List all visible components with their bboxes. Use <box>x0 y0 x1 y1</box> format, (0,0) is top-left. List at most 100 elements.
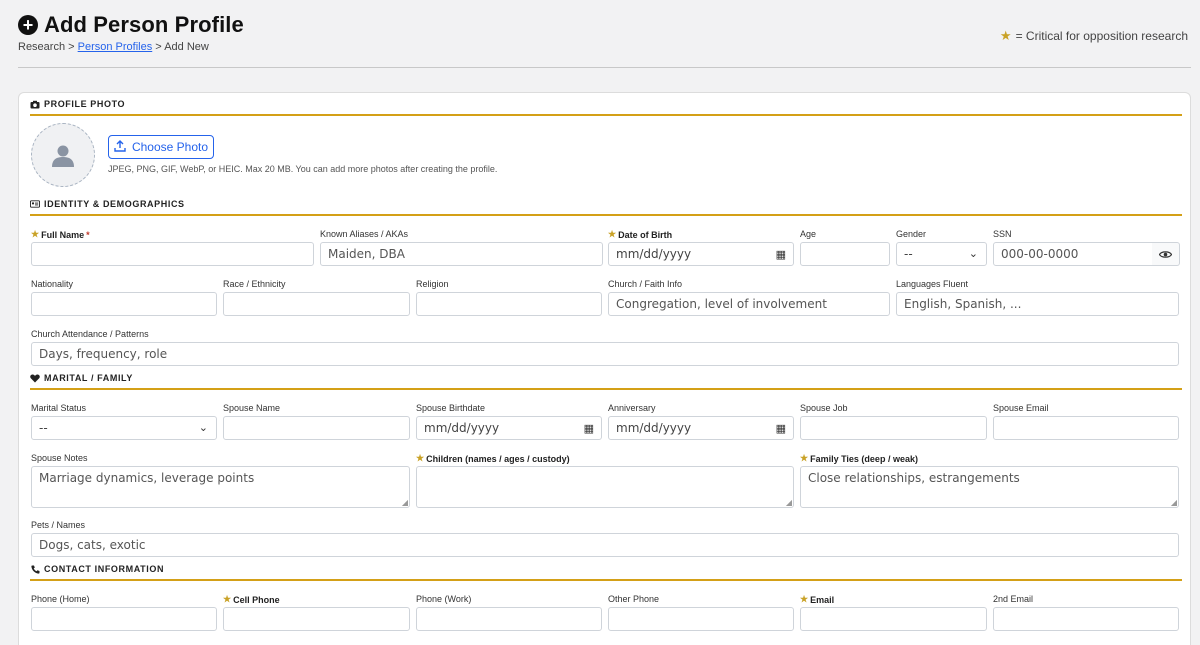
race-input[interactable] <box>223 292 410 316</box>
other-phone-label: Other Phone <box>608 594 660 604</box>
other-phone-input[interactable] <box>608 607 794 631</box>
page-header: + Add Person Profile Research > Person P… <box>18 12 1198 53</box>
eye-icon <box>1159 250 1172 258</box>
star-icon: ★ <box>608 229 617 239</box>
cell-phone-input[interactable] <box>223 607 410 631</box>
spouse-notes-label: Spouse Notes <box>31 453 88 463</box>
section-title: CONTACT INFORMATION <box>44 564 165 574</box>
star-icon: ★ <box>31 229 40 239</box>
spouse-email-label: Spouse Email <box>993 403 1049 413</box>
section-header-contact: CONTACT INFORMATION <box>30 561 1182 581</box>
religion-input[interactable] <box>416 292 602 316</box>
attendance-label: Church Attendance / Patterns <box>31 329 149 339</box>
header-divider <box>18 67 1191 68</box>
family-ties-label: ★ Family Ties (deep / weak) <box>800 453 918 464</box>
aliases-label: Known Aliases / AKAs <box>320 229 409 239</box>
attendance-input[interactable]: Days, frequency, role <box>31 342 1179 366</box>
email2-input[interactable] <box>993 607 1179 631</box>
age-label: Age <box>800 229 817 239</box>
star-icon: ★ <box>223 594 232 604</box>
dob-date-input[interactable]: mm/dd/yyyy ▦ <box>608 242 794 266</box>
section-title: PROFILE PHOTO <box>44 99 126 109</box>
star-icon: ★ <box>999 28 1012 43</box>
person-icon <box>52 145 74 167</box>
profile-photo-placeholder[interactable] <box>31 123 95 187</box>
spouse-email-input[interactable] <box>993 416 1179 440</box>
choose-photo-label: Choose Photo <box>131 140 209 154</box>
resize-handle-icon[interactable]: ◢ <box>1171 498 1177 507</box>
choose-photo-button[interactable]: Choose Photo <box>108 135 214 159</box>
star-icon: ★ <box>416 453 425 463</box>
spouse-birthdate-label: Spouse Birthdate <box>416 403 486 413</box>
family-ties-textarea[interactable]: Close relationships, estrangements ◢ <box>800 466 1179 508</box>
page-title: Add Person Profile <box>44 12 244 37</box>
ssn-visibility-toggle[interactable] <box>1152 242 1180 266</box>
plus-circle-icon: + <box>18 15 38 35</box>
breadcrumb: Research > Person Profiles > Add New <box>18 41 209 53</box>
phone-work-input[interactable] <box>416 607 602 631</box>
profile-form-card: PROFILE PHOTO Choose Photo JPEG, PNG, GI… <box>18 92 1191 645</box>
marital-status-label: Marital Status <box>31 403 87 413</box>
photo-help-text: JPEG, PNG, GIF, WebP, or HEIC. Max 20 MB… <box>108 164 498 174</box>
calendar-icon[interactable]: ▦ <box>776 422 786 435</box>
religion-label: Religion <box>416 279 449 289</box>
calendar-icon[interactable]: ▦ <box>776 248 786 261</box>
calendar-icon[interactable]: ▦ <box>584 422 594 435</box>
section-header-marital-family: MARITAL / FAMILY <box>30 370 1182 390</box>
full-name-input[interactable] <box>31 242 314 266</box>
phone-work-label: Phone (Work) <box>416 594 472 604</box>
phone-icon <box>30 565 40 574</box>
phone-home-label: Phone (Home) <box>31 594 90 604</box>
critical-legend: ★ = Critical for opposition research <box>1000 28 1188 44</box>
aliases-input[interactable]: Maiden, DBA <box>320 242 603 266</box>
section-title: MARITAL / FAMILY <box>44 373 133 383</box>
gender-select[interactable]: -- ⌄ <box>896 242 987 266</box>
nationality-label: Nationality <box>31 279 74 289</box>
nationality-input[interactable] <box>31 292 217 316</box>
breadcrumb-root: Research <box>18 41 66 53</box>
email2-label: 2nd Email <box>993 594 1034 604</box>
resize-handle-icon[interactable]: ◢ <box>402 498 408 507</box>
cell-phone-label: ★ Cell Phone <box>223 594 280 605</box>
spouse-name-input[interactable] <box>223 416 410 440</box>
id-card-icon <box>30 200 40 208</box>
spouse-job-input[interactable] <box>800 416 987 440</box>
children-label: ★ Children (names / ages / custody) <box>416 453 570 464</box>
languages-label: Languages Fluent <box>896 279 969 289</box>
full-name-label: ★ Full Name * <box>31 229 90 240</box>
section-header-profile-photo: PROFILE PHOTO <box>30 96 1182 116</box>
email-input[interactable] <box>800 607 987 631</box>
star-icon: ★ <box>800 453 809 463</box>
spouse-notes-textarea[interactable]: Marriage dynamics, leverage points ◢ <box>31 466 410 508</box>
critical-legend-text: = Critical for opposition research <box>1015 29 1188 43</box>
chevron-down-icon: ⌄ <box>968 247 978 260</box>
upload-icon <box>114 139 126 155</box>
heart-icon <box>30 374 40 383</box>
spouse-job-label: Spouse Job <box>800 403 848 413</box>
section-title: IDENTITY & DEMOGRAPHICS <box>44 199 185 209</box>
ssn-label: SSN <box>993 229 1012 239</box>
pets-label: Pets / Names <box>31 520 86 530</box>
camera-icon <box>30 100 40 109</box>
children-textarea[interactable]: ◢ <box>416 466 794 508</box>
resize-handle-icon[interactable]: ◢ <box>786 498 792 507</box>
church-input[interactable]: Congregation, level of involvement <box>608 292 890 316</box>
pets-input[interactable]: Dogs, cats, exotic <box>31 533 1179 557</box>
section-header-identity: IDENTITY & DEMOGRAPHICS <box>30 196 1182 216</box>
breadcrumb-separator: > <box>68 41 75 53</box>
spouse-name-label: Spouse Name <box>223 403 281 413</box>
marital-status-select[interactable]: -- ⌄ <box>31 416 217 440</box>
spouse-birthdate-input[interactable]: mm/dd/yyyy ▦ <box>416 416 602 440</box>
race-label: Race / Ethnicity <box>223 279 286 289</box>
phone-home-input[interactable] <box>31 607 217 631</box>
email-label: ★ Email <box>800 594 835 605</box>
languages-input[interactable]: English, Spanish, ... <box>896 292 1179 316</box>
required-marker: * <box>86 229 90 240</box>
dob-label: ★ Date of Birth <box>608 229 673 240</box>
breadcrumb-link-person-profiles[interactable]: Person Profiles <box>78 41 153 53</box>
anniversary-label: Anniversary <box>608 403 656 413</box>
anniversary-input[interactable]: mm/dd/yyyy ▦ <box>608 416 794 440</box>
breadcrumb-current: Add New <box>164 41 209 53</box>
ssn-input[interactable]: 000-00-0000 <box>993 242 1153 266</box>
age-input[interactable] <box>800 242 890 266</box>
